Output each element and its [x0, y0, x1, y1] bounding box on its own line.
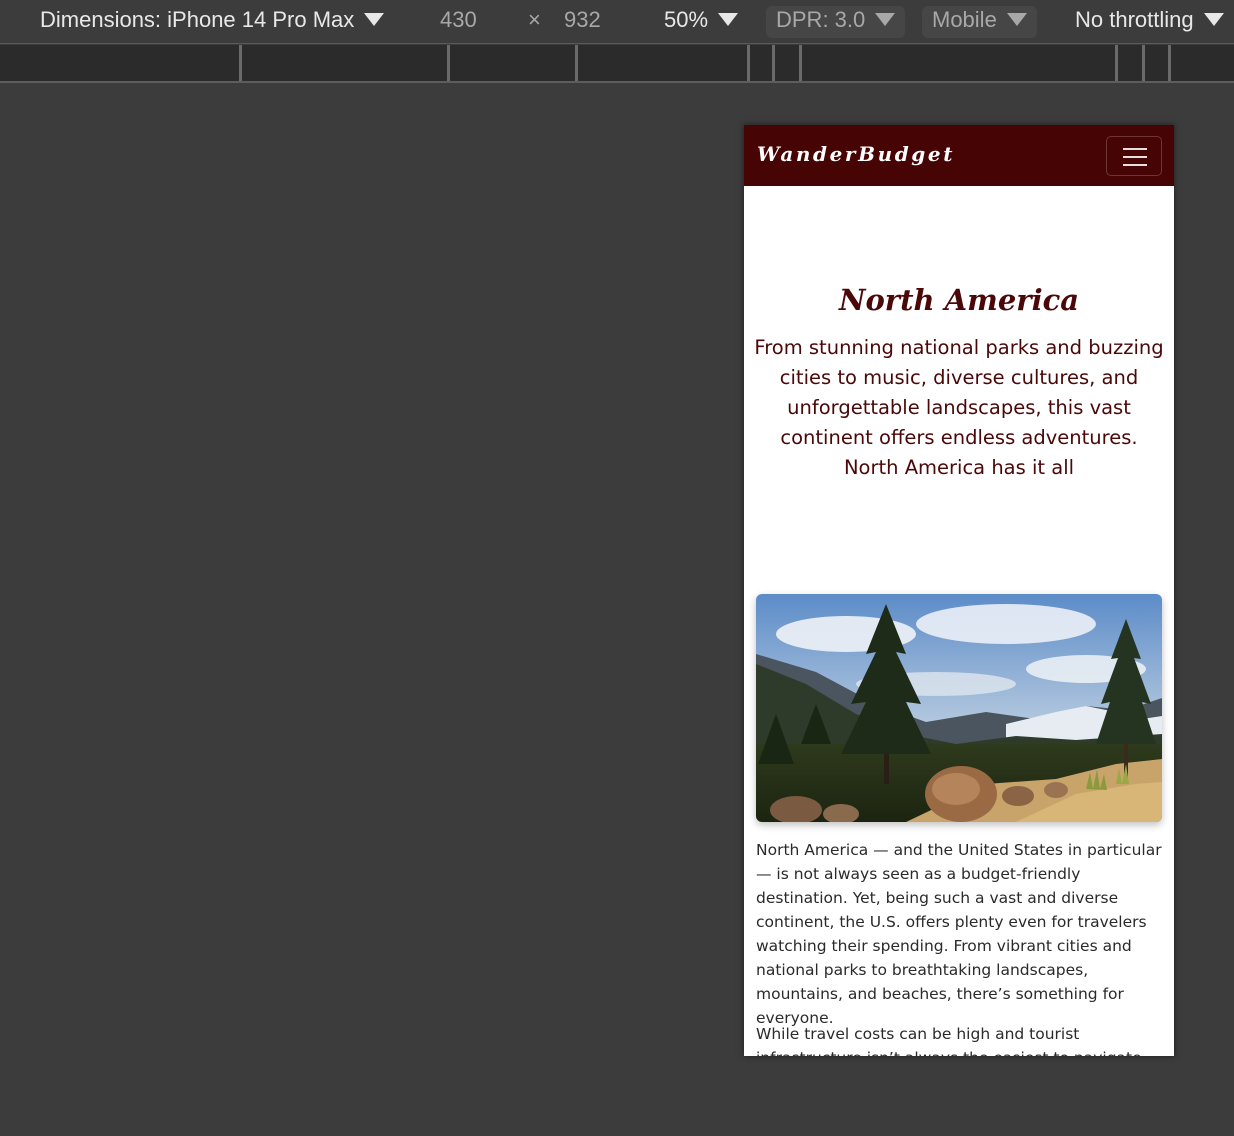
dpr-label: DPR: 3.0 [776, 7, 866, 32]
devtools-device-toolbar: Dimensions: iPhone 14 Pro Max 430 × 932 … [0, 0, 1234, 44]
body-paragraph: While travel costs can be high and touri… [756, 1025, 1147, 1056]
media-query-marker[interactable] [1142, 45, 1145, 81]
chevron-down-icon [875, 13, 896, 27]
media-query-marker[interactable] [799, 45, 802, 81]
media-query-marker[interactable] [1115, 45, 1118, 81]
media-query-marker[interactable] [747, 45, 750, 81]
device-selector[interactable]: Dimensions: iPhone 14 Pro Max [40, 6, 385, 38]
media-query-marker[interactable] [239, 45, 242, 81]
hero-title: North America [838, 283, 1080, 317]
dpr-selector[interactable]: DPR: 3.0 [766, 6, 906, 38]
zoom-selector[interactable]: 50% [664, 6, 739, 38]
media-query-marker[interactable] [447, 45, 450, 81]
hamburger-icon [1123, 156, 1147, 158]
throttling-label: No throttling [1075, 7, 1194, 32]
brand-logo[interactable]: WanderBudget [757, 142, 955, 166]
chevron-down-icon [1006, 13, 1027, 27]
zoom-label: 50% [664, 7, 709, 32]
hamburger-icon [1123, 164, 1147, 166]
chevron-down-icon [718, 13, 739, 27]
mode-selector[interactable]: Mobile [922, 6, 1037, 38]
hamburger-icon [1123, 148, 1147, 150]
landscape-photo [756, 594, 1162, 822]
height-input[interactable]: 932 [564, 6, 601, 38]
hamburger-menu-button[interactable] [1106, 136, 1162, 176]
mode-label: Mobile [932, 7, 997, 32]
hero-subtitle: From stunning national parks and buzzing… [754, 336, 1164, 479]
device-label: Dimensions: iPhone 14 Pro Max [40, 7, 355, 32]
chevron-down-icon [364, 13, 385, 27]
media-query-bar[interactable] [0, 45, 1234, 83]
device-viewport: WanderBudget North America From stunning… [744, 125, 1174, 1056]
media-query-marker[interactable] [772, 45, 775, 81]
times-icon: × [528, 7, 541, 32]
chevron-down-icon [1203, 13, 1224, 27]
media-query-marker[interactable] [1168, 45, 1171, 81]
throttling-selector[interactable]: No throttling [1075, 6, 1224, 38]
body-paragraph: North America — and the United States in… [756, 841, 1162, 1027]
site-navbar: WanderBudget [744, 125, 1174, 186]
width-input[interactable]: 430 [440, 6, 477, 38]
media-query-marker[interactable] [575, 45, 578, 81]
